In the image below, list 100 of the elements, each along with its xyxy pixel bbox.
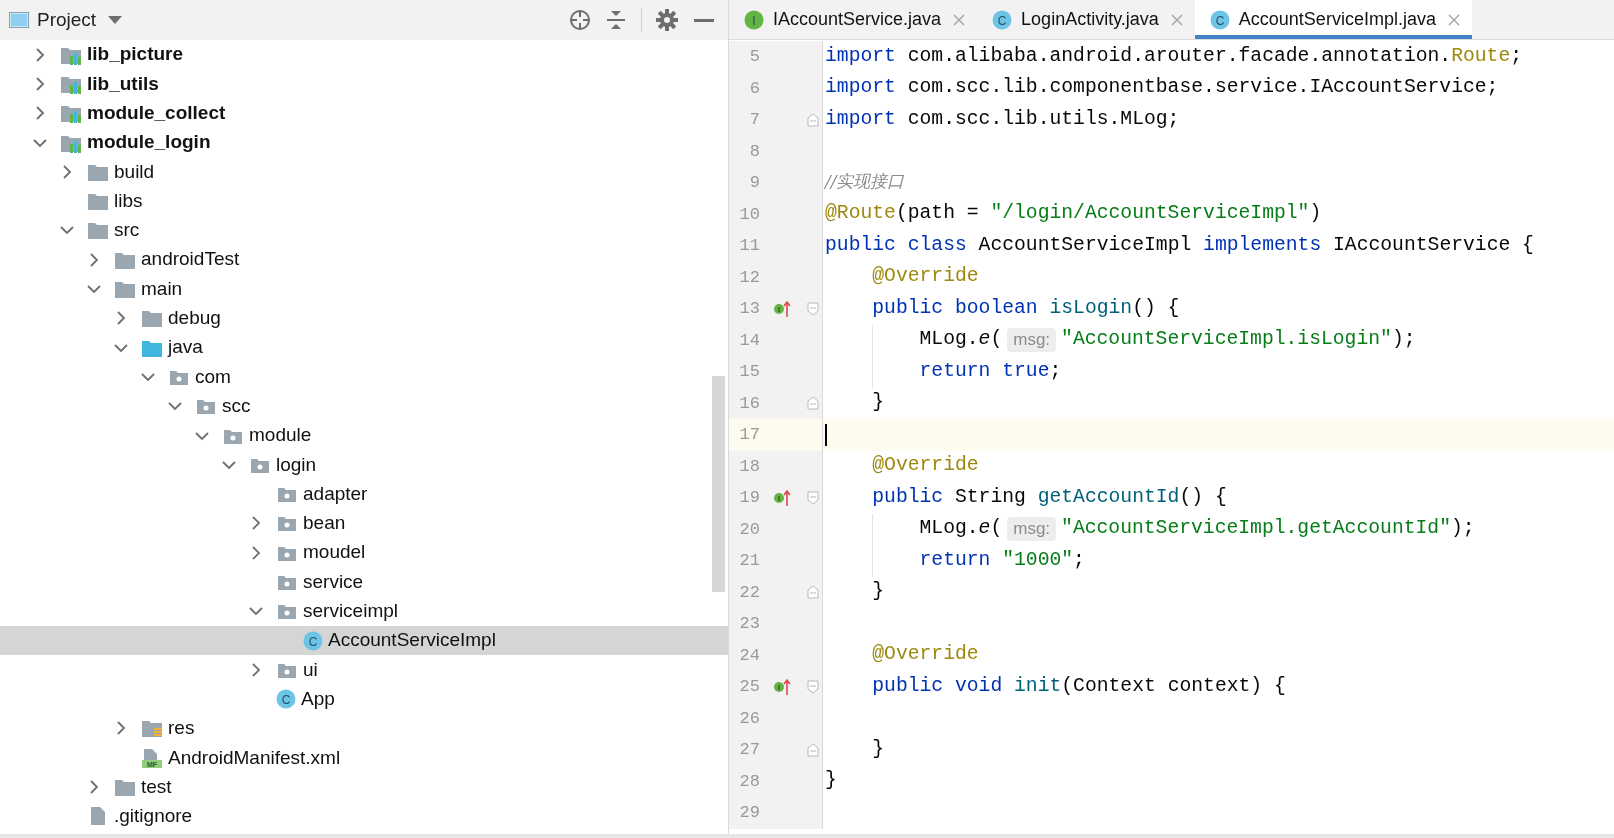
- chevron-down-icon: [168, 401, 182, 412]
- text-caret: [825, 423, 827, 446]
- scrollbar-thumb[interactable]: [712, 376, 725, 592]
- tree-item[interactable]: scc: [0, 391, 728, 421]
- tree-item[interactable]: service: [0, 567, 728, 597]
- class-icon: C: [992, 9, 1013, 30]
- parameter-hint: msg:: [1007, 328, 1057, 353]
- line-number: 22: [738, 581, 760, 604]
- collapse-all-icon[interactable]: [607, 10, 625, 30]
- editor-tab[interactable]: I IAccountService.java: [729, 0, 978, 39]
- chevron-right-icon: [35, 47, 45, 62]
- tree-item[interactable]: adapter: [0, 479, 728, 509]
- close-icon: [953, 13, 966, 26]
- tree-item[interactable]: test: [0, 772, 728, 802]
- line-number: 11: [738, 235, 760, 257]
- line-number: 27: [738, 739, 760, 761]
- dropdown-caret-icon[interactable]: [108, 15, 123, 25]
- project-window-icon: [9, 12, 29, 28]
- line-number: 16: [738, 392, 760, 415]
- chevron-down-icon: [33, 137, 47, 148]
- editor-tab[interactable]: C AccountServiceImpl.java: [1194, 0, 1472, 39]
- tree-item[interactable]: module_login: [0, 127, 728, 158]
- tree-item[interactable]: module: [0, 420, 728, 451]
- tree-item[interactable]: bean: [0, 508, 728, 539]
- class-icon: C: [276, 689, 296, 710]
- line-number: 6: [748, 77, 760, 100]
- code-text: import com.scc.lib.utils.MLog;: [825, 106, 1180, 132]
- close-icon: [1447, 13, 1460, 26]
- code-text: public boolean isLogin() {: [872, 295, 1180, 321]
- code-text: }: [872, 736, 885, 762]
- chevron-right-icon: [62, 164, 72, 179]
- line-number: 20: [738, 518, 760, 541]
- chevron-down-icon: [195, 430, 209, 441]
- tree-item[interactable]: build: [0, 157, 728, 187]
- parameter-hint: msg:: [1007, 517, 1057, 542]
- tree-item[interactable]: login: [0, 450, 728, 480]
- code-text: //实现接口: [825, 169, 905, 193]
- code-text: }: [872, 390, 885, 416]
- folder-icon: [114, 279, 136, 299]
- tree-item[interactable]: serviceimpl: [0, 596, 728, 626]
- tree-item[interactable]: C App: [0, 684, 728, 714]
- line-number: 19: [738, 487, 760, 509]
- line-number: 29: [738, 802, 760, 824]
- code-text: import com.alibaba.android.arouter.facade.annotation.Route;: [825, 43, 1523, 69]
- code-text: MLog.e(: [919, 327, 1003, 353]
- tree-item[interactable]: com: [0, 362, 728, 392]
- chevron-right-icon: [251, 545, 261, 560]
- line-number: 25: [738, 676, 760, 698]
- chevron-down-icon: [87, 284, 101, 294]
- folder-icon: [87, 220, 109, 241]
- line-number: 15: [738, 361, 760, 383]
- close-icon: [1170, 13, 1183, 26]
- code-text: public void init(Context context) {: [872, 673, 1286, 699]
- folder-icon: [87, 191, 109, 212]
- chevron-right-icon: [251, 662, 261, 677]
- tree-item[interactable]: .gitignore: [0, 801, 728, 831]
- interface-icon: I: [744, 9, 764, 30]
- code-text: "AccountServiceImpl.isLogin");: [1061, 327, 1416, 353]
- tree-item[interactable]: androidTest: [0, 245, 728, 275]
- line-number: 17: [738, 424, 760, 446]
- chevron-right-icon: [35, 106, 45, 121]
- code-text: "AccountServiceImpl.getAccountId");: [1061, 516, 1475, 542]
- line-number: 14: [738, 329, 760, 352]
- minimize-icon[interactable]: [694, 18, 714, 22]
- chevron-right-icon: [89, 780, 99, 795]
- tree-item[interactable]: java: [0, 332, 728, 363]
- code-text: }: [872, 579, 885, 605]
- tree-item[interactable]: ui: [0, 655, 728, 685]
- code-text: @Override: [872, 642, 979, 668]
- code-text: return "1000";: [919, 547, 1085, 573]
- folder-icon: [114, 777, 136, 798]
- code-text: @Override: [872, 453, 979, 479]
- tree-item[interactable]: debug: [0, 303, 728, 333]
- code-text: }: [825, 768, 837, 794]
- code-text: public String getAccountId() {: [872, 484, 1227, 510]
- code-text: public class AccountServiceImpl implements IAccountService {: [825, 232, 1534, 258]
- line-number: 26: [738, 707, 760, 730]
- chevron-right-icon: [251, 516, 261, 531]
- chevron-down-icon: [222, 459, 236, 470]
- line-number: 7: [748, 109, 760, 131]
- tree-item[interactable]: lib_picture: [0, 40, 728, 70]
- chevron-down-icon: [249, 606, 263, 617]
- tree-item[interactable]: main: [0, 274, 728, 304]
- locate-icon[interactable]: [569, 9, 591, 31]
- tree-item[interactable]: lib_utils: [0, 69, 728, 99]
- line-number: 10: [738, 203, 760, 226]
- tree-item[interactable]: module_collect: [0, 98, 728, 128]
- tree-item[interactable]: res: [0, 713, 728, 744]
- panel-title[interactable]: Project: [37, 5, 97, 35]
- tree-item[interactable]: moudel: [0, 538, 728, 568]
- chevron-right-icon: [89, 252, 99, 267]
- line-number: 23: [738, 613, 760, 635]
- code-text: return true;: [919, 358, 1062, 384]
- tree-item[interactable]: C AccountServiceImpl: [0, 625, 728, 656]
- code-text: import com.scc.lib.componentbase.service.IAccountService;: [825, 75, 1499, 101]
- settings-icon[interactable]: [656, 9, 678, 31]
- tree-item[interactable]: libs: [0, 186, 728, 216]
- editor-tab[interactable]: C LoginActivity.java: [977, 0, 1195, 39]
- class-icon: C: [1209, 9, 1230, 30]
- tree-item[interactable]: src: [0, 215, 728, 246]
